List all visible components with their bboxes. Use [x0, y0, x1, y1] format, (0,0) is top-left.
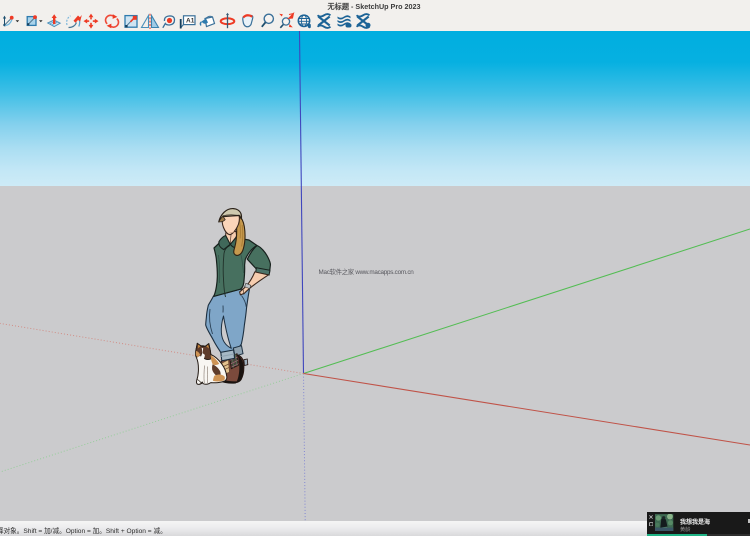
- svg-text:A1: A1: [186, 18, 195, 25]
